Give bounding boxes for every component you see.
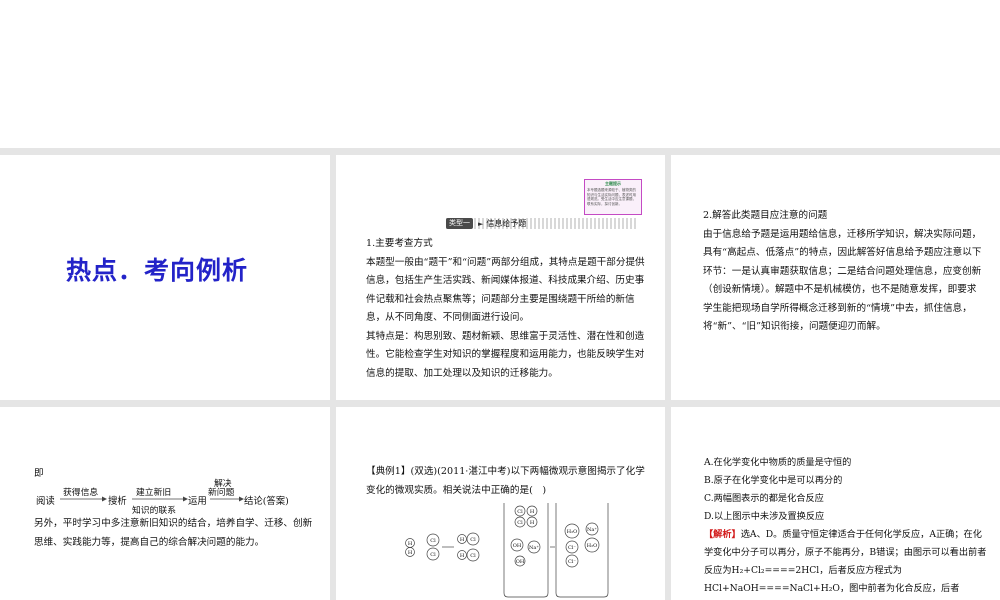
slide-body: A.在化学变化中物质的质量是守恒的 B.原子在化学变化中是可以再分的 C.两幅图… (704, 454, 988, 598)
atom-label: H (408, 541, 413, 547)
option-a: A.在化学变化中物质的质量是守恒的 (704, 457, 852, 468)
atom-label: Cl (517, 520, 523, 526)
slide-body: 另外，平时学习中多注意新旧知识的结合，培养自学、迁移、创新思维、实践能力等，提高… (34, 515, 314, 552)
slide-thumbnail-2[interactable]: 主题提示 本专题选题来源较于、植物类的知识与生活实际问题，表述时用语规范。受生活… (336, 155, 665, 400)
slide-body: 2.解答此类题目应注意的问题 由于信息给予题是运用题给信息，迁移所学知识，解决实… (703, 207, 985, 337)
atom-label: Cl (470, 553, 476, 559)
flow-conclusion: 结论(答案) (244, 496, 289, 507)
atom-label: H (530, 509, 535, 515)
atom-label: Cl⁻ (568, 559, 576, 565)
atom-label: H (530, 520, 535, 526)
atom-label: Cl (470, 537, 476, 543)
flow-build: 建立新旧 (136, 488, 172, 498)
slide-thumbnail-1[interactable]: 热点．考向例析 (0, 155, 330, 400)
paragraph: 另外，平时学习中多注意新旧知识的结合，培养自学、迁移、创新思维、实践能力等，提高… (34, 518, 313, 548)
section-header-bar (446, 218, 636, 229)
analysis-label: 【解析】 (704, 529, 741, 540)
atom-label: Na⁺ (529, 545, 539, 551)
slide-body: 1.主要考查方式 本题型一般由“题干”和“问题”两部分组成，其特点是题干部分提供… (366, 235, 646, 383)
slide-thumbnail-4[interactable]: 即 阅读 获得信息 搜析 建立新旧 知识的联系 运用 解决 新问题 结论(答案)… (0, 407, 330, 600)
top-blank-area (0, 0, 1000, 148)
slide-title: 热点．考向例析 (66, 256, 249, 285)
slide-thumbnail-3[interactable]: 2.解答此类题目应注意的问题 由于信息给予题是运用题给信息，迁移所学知识，解决实… (671, 155, 1000, 400)
flow-read: 阅读 (36, 496, 55, 507)
atom-label: Cl (430, 552, 436, 558)
process-flow: 阅读 获得信息 搜析 建立新旧 知识的联系 运用 解决 新问题 结论(答案) (36, 477, 298, 519)
molecular-diagram: H H Cl Cl H Cl H Cl Cl H Cl H OH Na⁺ OH … (405, 503, 609, 598)
atom-label: OH (516, 559, 525, 565)
slide-thumbnail-6[interactable]: A.在化学变化中物质的质量是守恒的 B.原子在化学变化中是可以再分的 C.两幅图… (671, 407, 1000, 600)
option-d: D.以上图示中未涉及置换反应 (704, 511, 825, 522)
paragraph: 其特点是：构思别致、题材新颖、思维富于灵活性、潜在性和创造性。它能检查学生对知识… (366, 330, 645, 379)
section-header-text: 信息给予题 (486, 219, 527, 228)
flow-get-info: 获得信息 (63, 488, 99, 498)
reaction-2: Cl H Cl H OH Na⁺ OH H₂O Na⁺ Cl⁻ H₂O Cl⁻ (503, 503, 609, 598)
reaction-1: H H Cl Cl H Cl H Cl (405, 532, 480, 562)
paragraph: 2.解答此类题目应注意的问题 (703, 210, 828, 221)
option-b: B.原子在化学变化中是可以再分的 (704, 475, 843, 486)
atom-label: H (460, 553, 465, 559)
tip-note-box: 主题提示 本专题选题来源较于、植物类的知识与生活实际问题，表述时用语规范。受生活… (584, 179, 642, 215)
atom-label: Cl (430, 538, 436, 544)
atom-label: H (460, 537, 465, 543)
atom-label: OH (513, 543, 522, 549)
flow-new-question: 新问题 (208, 488, 235, 498)
option-c: C.两幅图表示的都是化合反应 (704, 493, 824, 504)
arrow-right-icon: ► (478, 219, 484, 228)
atom-label: H₂O (587, 543, 597, 549)
atom-label: Cl (517, 509, 523, 515)
flow-apply: 运用 (188, 496, 207, 507)
tip-note-body: 本专题选题来源较于、植物类的知识与生活实际问题，表述时用语规范。受生活中应注意课… (587, 187, 636, 207)
atom-label: H₂O (567, 529, 577, 535)
paragraph: 1.主要考查方式 (366, 238, 433, 249)
atom-label: H (408, 550, 413, 556)
paragraph: 本题型一般由“题干”和“问题”两部分组成，其特点是题干部分提供信息，包括生产生活… (366, 256, 645, 324)
slide-thumbnail-5[interactable]: 【典例1】(双选)(2011·湛江中考)以下两幅微观示意图揭示了化学变化的微观实… (336, 407, 665, 600)
tip-note-title: 主题提示 (605, 181, 621, 186)
flow-search: 搜析 (108, 496, 127, 507)
atom-label: Cl⁻ (568, 545, 576, 551)
atom-label: Na⁺ (587, 527, 597, 533)
analysis-text: 选A、D。质量守恒定律适合于任何化学反应，A正确；在化学变化中分子可以再分，原子… (704, 529, 987, 594)
paragraph: 由于信息给予题是运用题给信息，迁移所学知识，解决实际问题，具有“高起点、低落点”… (703, 228, 982, 333)
analysis-paragraph: 【解析】选A、D。质量守恒定律适合于任何化学反应，A正确；在化学变化中分子可以再… (704, 526, 988, 598)
section-tag: 类型一 (446, 218, 473, 229)
section-header: 类型一 ► 信息给予题 (446, 218, 636, 229)
